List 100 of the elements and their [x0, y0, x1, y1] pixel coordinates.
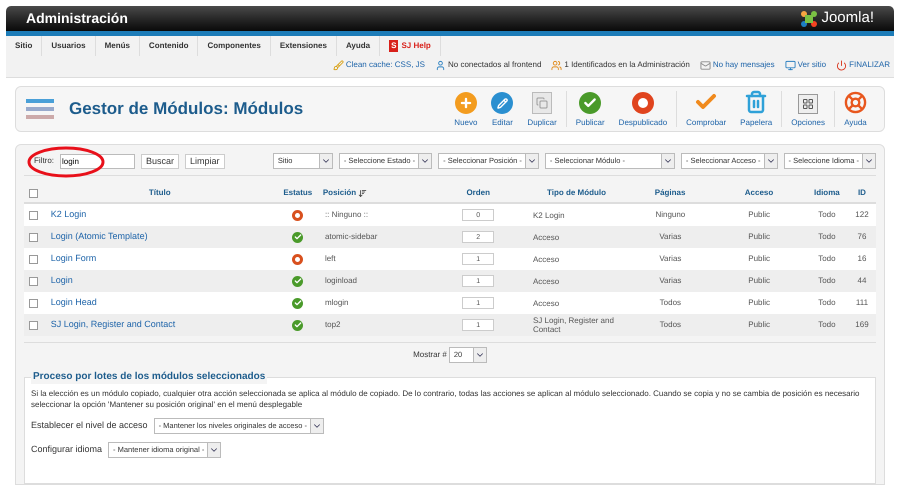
menu-item[interactable]: Extensiones — [270, 36, 337, 56]
header-title: Administración — [26, 9, 128, 28]
column-header[interactable]: Estatus — [283, 187, 312, 199]
checkbox[interactable] — [28, 232, 38, 242]
status-link[interactable]: No hay mensajes — [712, 59, 775, 71]
table-cell: Varias — [659, 276, 682, 285]
module-title-link[interactable]: Login Form — [50, 253, 96, 264]
checkbox[interactable] — [28, 188, 38, 198]
filter-input[interactable]: login — [60, 154, 135, 168]
module-title-link[interactable]: Login Head — [50, 297, 97, 308]
column-header[interactable]: Acceso — [744, 187, 774, 199]
batch-description: Si la elección es un módulo copiado, cualquier otra acción seleccionada se aplica al módulo de copiado. De lo contrario, todas las acciones se aplican al módulo seleccionado. Cuando se copia y no se cambia de posición es necesario seleccionar la opción 'Mantener su posición original' en el menú desplegable — [31, 388, 860, 410]
status-link[interactable]: 1 Identificados en la Administración — [564, 59, 690, 71]
batch-legend: Proceso por lotes de los módulos seleccionados — [31, 369, 268, 384]
table-cell: 122 — [855, 210, 869, 219]
table-cell: Public — [748, 276, 770, 285]
table-cell: mlogin — [324, 298, 349, 307]
menu-item[interactable]: Contenido — [140, 36, 198, 56]
published-icon[interactable] — [292, 298, 304, 308]
table-cell: Todo — [818, 232, 836, 241]
column-header[interactable]: Tipo de Módulo — [547, 187, 606, 199]
status-link[interactable]: FINALIZAR — [849, 59, 890, 71]
menu-item[interactable]: Usuarios — [42, 36, 96, 56]
column-header[interactable]: Posición — [322, 187, 356, 199]
checkbox[interactable] — [28, 254, 38, 264]
filter-button[interactable]: Limpiar — [185, 154, 225, 168]
status-link[interactable]: No conectados al frontend — [448, 59, 542, 71]
column-header[interactable]: Orden — [466, 187, 490, 199]
lifebuoy-icon — [844, 91, 867, 114]
table-cell: Ninguno — [655, 210, 686, 219]
table-cell: 44 — [858, 276, 866, 285]
power-icon — [836, 60, 848, 70]
brand-badge: S — [389, 40, 398, 52]
module-title-link[interactable]: Login (Atomic Template) — [50, 231, 148, 242]
checkbox[interactable] — [28, 276, 38, 286]
table-cell: 169 — [855, 320, 869, 329]
menu-item[interactable]: Componentes — [198, 36, 271, 56]
filter-label: Filtro: — [34, 155, 54, 167]
table-cell: :: Ninguno :: — [324, 210, 368, 219]
table-cell: Public — [748, 254, 770, 263]
table-cell: Varias — [659, 232, 682, 241]
checkbox[interactable] — [28, 210, 38, 220]
table-cell: Todos — [660, 320, 682, 329]
users-icon — [551, 60, 562, 70]
monitor-icon — [784, 60, 796, 70]
mail-icon — [700, 60, 711, 70]
menu-item[interactable]: Sitio — [6, 36, 42, 56]
table-cell: 76 — [858, 232, 866, 241]
table-cell: Todo — [818, 276, 836, 285]
published-icon[interactable] — [292, 320, 304, 330]
table-cell: Acceso — [532, 298, 560, 308]
table-cell: Todo — [818, 320, 836, 329]
toolbar-button[interactable]: Duplicar — [520, 89, 564, 129]
table-cell: Acceso — [532, 232, 560, 242]
list-icon — [26, 97, 54, 121]
checkbox[interactable] — [28, 320, 38, 330]
table-cell: left — [324, 254, 336, 263]
unpublished-icon[interactable] — [292, 254, 304, 264]
column-header[interactable]: Páginas — [654, 187, 686, 199]
table-cell: K2 Login — [532, 210, 565, 220]
table-cell: Public — [748, 210, 770, 219]
pencil-icon — [491, 92, 514, 114]
table-cell: Acceso — [532, 276, 560, 286]
status-link[interactable]: Clean cache: CSS, JS — [346, 59, 425, 71]
module-title-link[interactable]: Login — [50, 275, 73, 286]
module-title-link[interactable]: K2 Login — [50, 209, 86, 220]
module-title-link[interactable]: SJ Login, Register and Contact — [50, 319, 176, 330]
toolbar-button[interactable]: Papelera — [733, 89, 780, 129]
table-cell: top2 — [324, 320, 341, 329]
column-header[interactable]: Título — [148, 187, 171, 199]
menu-item[interactable]: Menús — [96, 36, 140, 56]
table-cell: loginload — [324, 276, 357, 285]
toolbar-button[interactable]: Publicar — [568, 89, 612, 129]
unpublish-icon — [632, 92, 654, 114]
check-icon — [579, 92, 602, 114]
filter-button[interactable]: Buscar — [141, 154, 180, 168]
toolbar-button[interactable]: Nuevo — [447, 89, 484, 129]
column-header[interactable]: Idioma — [814, 187, 840, 199]
toolbar-button[interactable]: Ayuda — [837, 89, 874, 129]
table-cell: Todo — [818, 254, 836, 263]
table-cell: Todo — [818, 210, 836, 219]
checkbox[interactable] — [28, 298, 38, 308]
table-cell: SJ Login, Register and Contact — [532, 316, 614, 334]
published-icon[interactable] — [292, 232, 304, 242]
toolbar-button[interactable]: Opciones — [784, 89, 832, 129]
column-header[interactable]: ID — [858, 187, 866, 199]
toolbar-button[interactable]: Editar — [484, 89, 520, 129]
logo-icon — [800, 10, 818, 28]
toolbar-button[interactable]: Comprobar — [679, 89, 734, 129]
user-icon — [435, 60, 446, 70]
published-icon[interactable] — [292, 276, 304, 286]
table-cell: Acceso — [532, 254, 560, 264]
status-link[interactable]: Ver sitio — [798, 59, 826, 71]
table-cell: 16 — [858, 254, 866, 263]
menu-item[interactable]: S SJ Help — [380, 36, 441, 56]
toolbar-button[interactable]: Despublicado — [612, 89, 674, 129]
menu-item[interactable]: Ayuda — [336, 36, 380, 56]
field-label: Configurar idioma — [31, 443, 102, 456]
sort-icon — [358, 188, 368, 198]
unpublished-icon[interactable] — [292, 210, 304, 220]
